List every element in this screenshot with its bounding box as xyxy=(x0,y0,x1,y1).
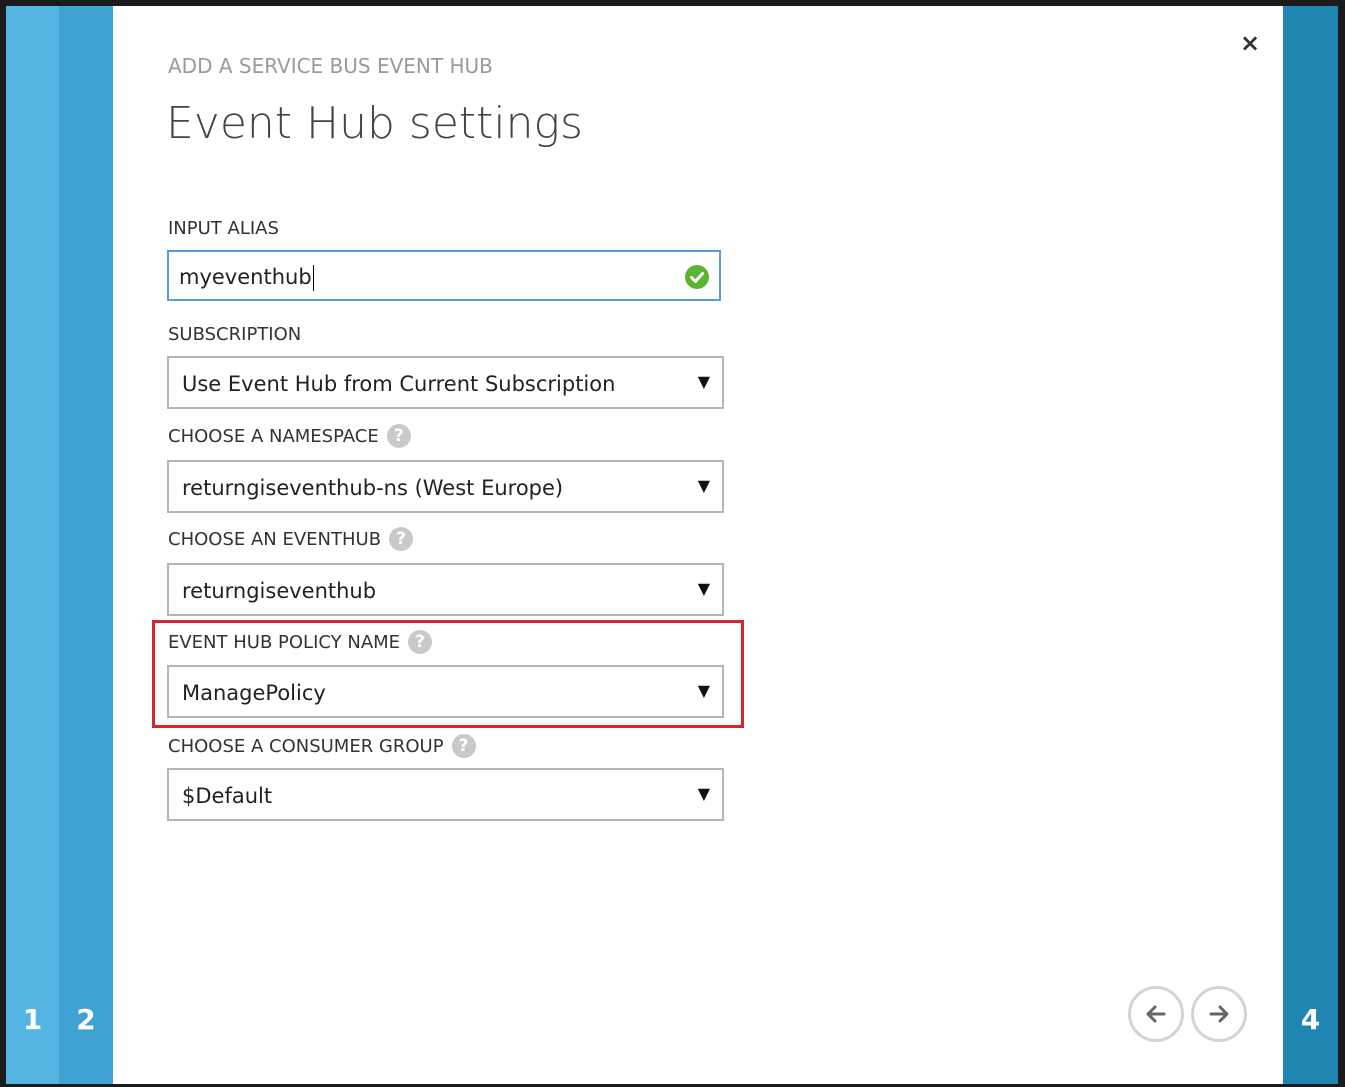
step-number: 4 xyxy=(1300,1003,1321,1036)
eventhub-label: CHOOSE AN EVENTHUB ? xyxy=(168,527,414,551)
triangle-down-icon: ▼ xyxy=(697,476,710,495)
namespace-select[interactable]: returngiseventhub-ns (West Europe) ▼ xyxy=(167,460,724,513)
triangle-down-icon: ▼ xyxy=(697,579,710,598)
triangle-down-icon: ▼ xyxy=(697,372,710,391)
help-icon[interactable]: ? xyxy=(389,527,414,551)
help-icon[interactable]: ? xyxy=(386,424,411,448)
help-icon[interactable]: ? xyxy=(451,734,476,758)
eventhub-label-text: CHOOSE AN EVENTHUB xyxy=(168,528,382,550)
subscription-select[interactable]: Use Event Hub from Current Subscription … xyxy=(167,356,724,409)
policy-select[interactable]: ManagePolicy ▼ xyxy=(167,665,724,718)
consumer-group-label: CHOOSE A CONSUMER GROUP ? xyxy=(168,734,476,758)
policy-value: ManagePolicy xyxy=(182,681,326,705)
input-alias-value: myeventhub xyxy=(179,265,314,291)
subscription-label: SUBSCRIPTION xyxy=(168,324,301,345)
eventhub-select[interactable]: returngiseventhub ▼ xyxy=(167,563,724,616)
consumer-group-label-text: CHOOSE A CONSUMER GROUP xyxy=(168,735,444,757)
step-number: 2 xyxy=(76,1003,96,1036)
check-circle-icon xyxy=(685,265,709,289)
arrow-right-icon xyxy=(1209,1005,1229,1023)
policy-label: EVENT HUB POLICY NAME ? xyxy=(168,630,433,654)
close-button[interactable]: × xyxy=(1237,30,1263,56)
namespace-label: CHOOSE A NAMESPACE ? xyxy=(168,424,411,448)
wizard-step-1[interactable]: 1 xyxy=(6,6,59,1084)
namespace-label-text: CHOOSE A NAMESPACE xyxy=(168,425,379,447)
step-number: 1 xyxy=(22,1003,43,1036)
input-alias-field[interactable]: myeventhub xyxy=(167,250,721,301)
wizard-step-2[interactable]: 2 xyxy=(59,6,113,1084)
input-alias-label-text: INPUT ALIAS xyxy=(168,218,279,239)
consumer-group-select[interactable]: $Default ▼ xyxy=(167,768,724,821)
help-icon[interactable]: ? xyxy=(408,630,433,654)
next-button[interactable] xyxy=(1191,986,1247,1042)
subscription-value: Use Event Hub from Current Subscription xyxy=(182,372,616,396)
triangle-down-icon: ▼ xyxy=(697,784,710,803)
input-alias-label: INPUT ALIAS xyxy=(168,218,279,239)
back-button[interactable] xyxy=(1128,986,1184,1042)
namespace-value: returngiseventhub-ns (West Europe) xyxy=(182,476,564,500)
eventhub-value: returngiseventhub xyxy=(182,579,377,603)
input-alias-text: myeventhub xyxy=(179,265,312,289)
consumer-group-value: $Default xyxy=(182,784,273,808)
dialog-subtitle: ADD A SERVICE BUS EVENT HUB xyxy=(168,54,493,78)
arrow-left-icon xyxy=(1146,1005,1166,1023)
page-title: Event Hub settings xyxy=(166,98,583,149)
triangle-down-icon: ▼ xyxy=(697,681,710,700)
wizard-window: 1 2 × ADD A SERVICE BUS EVENT HUB Event … xyxy=(0,0,1345,1087)
event-hub-settings-dialog: × ADD A SERVICE BUS EVENT HUB Event Hub … xyxy=(113,6,1283,1084)
subscription-label-text: SUBSCRIPTION xyxy=(168,324,302,345)
text-caret xyxy=(312,265,314,291)
wizard-step-4[interactable]: 4 xyxy=(1283,6,1338,1084)
policy-label-text: EVENT HUB POLICY NAME xyxy=(168,631,401,653)
